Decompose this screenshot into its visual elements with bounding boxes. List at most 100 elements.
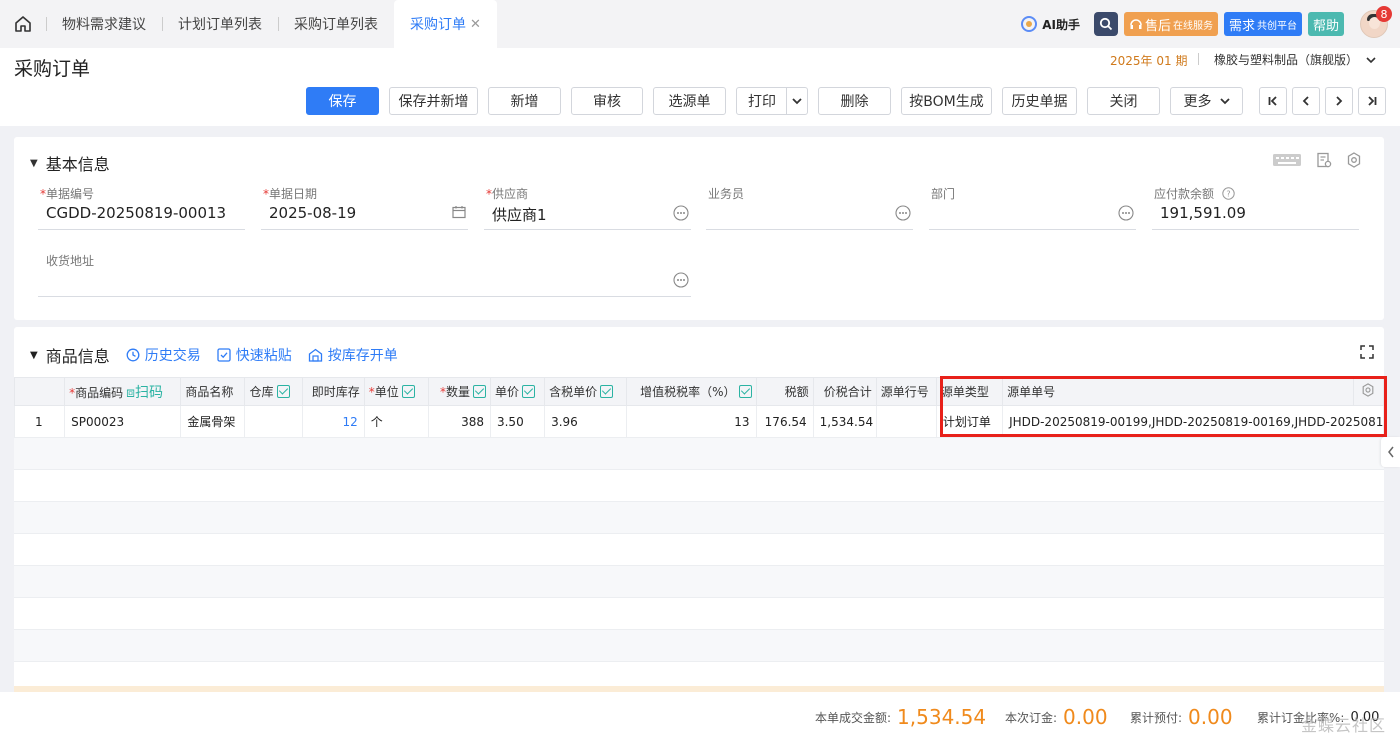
col-source-type[interactable]: 源单类型 bbox=[935, 377, 1004, 406]
save-and-new-button[interactable]: 保存并新增 bbox=[389, 87, 478, 115]
document-settings-icon[interactable] bbox=[1316, 152, 1332, 168]
col-price[interactable]: 单价 bbox=[489, 377, 546, 406]
collapse-triangle-icon: ▼ bbox=[30, 157, 38, 169]
goods-table: *商品编码 ⧈扫码 商品名称 仓库 即时库存 *单位 *数量 单价 含税单价 增值… bbox=[13, 377, 1385, 438]
calendar-icon[interactable] bbox=[452, 205, 466, 219]
table-header-row: *商品编码 ⧈扫码 商品名称 仓库 即时库存 *单位 *数量 单价 含税单价 增值… bbox=[13, 377, 1385, 406]
basic-info-section: ▼ 基本信息 *单据编号 CGDD-20250819-00013 *单据日期 2… bbox=[14, 137, 1384, 320]
bom-generate-button[interactable]: 按BOM生成 bbox=[901, 87, 992, 115]
checkbox-icon[interactable] bbox=[600, 385, 614, 398]
gear-icon[interactable] bbox=[1361, 383, 1375, 397]
table-row[interactable] bbox=[14, 534, 1384, 566]
checkbox-icon[interactable] bbox=[738, 385, 752, 398]
more-options-icon[interactable] bbox=[673, 272, 689, 288]
more-button[interactable]: 更多 bbox=[1170, 87, 1243, 115]
search-icon bbox=[1099, 17, 1113, 31]
tab-plan-order-list[interactable]: 计划订单列表 bbox=[162, 0, 278, 48]
svg-text:?: ? bbox=[1226, 190, 1230, 199]
prev-record-button[interactable] bbox=[1292, 87, 1320, 115]
watermark: 金蝶云社区 bbox=[1300, 716, 1386, 735]
close-button[interactable]: 关闭 bbox=[1087, 87, 1160, 115]
table-row[interactable] bbox=[14, 470, 1384, 502]
audit-button[interactable]: 审核 bbox=[571, 87, 643, 115]
print-dropdown-icon[interactable] bbox=[786, 88, 806, 114]
chevron-down-icon bbox=[1366, 56, 1376, 63]
history-transactions-link[interactable]: 历史交易 bbox=[126, 345, 201, 365]
col-source-number[interactable]: 源单单号 bbox=[1002, 377, 1354, 406]
supplier-field[interactable]: *供应商 供应商1 bbox=[484, 185, 691, 230]
history-docs-button[interactable]: 历史单据 bbox=[1002, 87, 1077, 115]
delete-button[interactable]: 删除 bbox=[818, 87, 891, 115]
save-button[interactable]: 保存 bbox=[306, 87, 379, 115]
tab-purchase-order-list[interactable]: 采购订单列表 bbox=[278, 0, 394, 48]
side-panel-toggle[interactable] bbox=[1381, 437, 1400, 467]
doc-date-field[interactable]: *单据日期 2025-08-19 bbox=[261, 185, 468, 230]
accounting-period[interactable]: 2025年 01 期 bbox=[1110, 52, 1187, 69]
table-row[interactable] bbox=[14, 502, 1384, 534]
col-tax[interactable]: 税额 bbox=[755, 377, 814, 406]
next-record-button[interactable] bbox=[1325, 87, 1353, 115]
org-selector[interactable]: 橡胶与塑料制品（旗舰版） bbox=[1214, 51, 1376, 68]
more-options-icon[interactable] bbox=[1118, 205, 1134, 221]
col-warehouse[interactable]: 仓库 bbox=[244, 377, 303, 406]
table-row[interactable] bbox=[14, 598, 1384, 630]
help-circle-icon[interactable]: ? bbox=[1222, 187, 1235, 200]
ai-assistant-button[interactable]: AI助手 bbox=[1020, 15, 1080, 33]
tab-purchase-order[interactable]: 采购订单 ✕ bbox=[394, 0, 497, 48]
prepaid-amount: 累计预付: 0.00 bbox=[1130, 705, 1233, 729]
chevron-left-icon bbox=[1387, 446, 1394, 458]
after-sales-button[interactable]: 售后 在线服务 bbox=[1123, 12, 1218, 36]
more-options-icon[interactable] bbox=[673, 205, 689, 221]
col-product-name[interactable]: 商品名称 bbox=[180, 377, 246, 406]
collapse-triangle-icon: ▼ bbox=[30, 349, 38, 361]
scan-button[interactable]: ⧈扫码 bbox=[126, 385, 163, 401]
order-by-stock-link[interactable]: 按库存开单 bbox=[308, 345, 398, 365]
help-button[interactable]: 帮助 bbox=[1307, 12, 1344, 36]
tab-material-suggestion[interactable]: 物料需求建议 bbox=[46, 0, 162, 48]
department-field[interactable]: 部门 bbox=[929, 185, 1136, 230]
col-stock[interactable]: 即时库存 bbox=[301, 377, 365, 406]
col-tax-price[interactable]: 含税单价 bbox=[544, 377, 628, 406]
checkbox-icon[interactable] bbox=[276, 385, 290, 398]
col-tax-rate[interactable]: 增值税税率（%） bbox=[626, 377, 757, 406]
checkbox-icon[interactable] bbox=[472, 385, 486, 398]
clock-icon bbox=[126, 348, 140, 362]
table-row[interactable] bbox=[14, 630, 1384, 662]
fullscreen-icon[interactable] bbox=[1360, 345, 1374, 359]
delivery-address-field[interactable]: 收货地址 bbox=[38, 252, 691, 297]
more-options-icon[interactable] bbox=[895, 205, 911, 221]
checkbox-icon[interactable] bbox=[401, 385, 415, 398]
basic-info-title[interactable]: ▼ 基本信息 bbox=[30, 151, 110, 175]
col-unit[interactable]: *单位 bbox=[363, 377, 429, 406]
gear-icon[interactable] bbox=[1346, 152, 1362, 168]
print-button[interactable]: 打印 bbox=[736, 87, 808, 115]
checkbox-icon[interactable] bbox=[522, 385, 535, 398]
home-icon[interactable] bbox=[0, 0, 46, 48]
col-quantity[interactable]: *数量 bbox=[427, 377, 491, 406]
goods-info-title[interactable]: ▼ 商品信息 bbox=[30, 343, 110, 367]
first-record-button[interactable] bbox=[1259, 87, 1287, 115]
doc-number-field[interactable]: *单据编号 CGDD-20250819-00013 bbox=[38, 185, 245, 230]
col-product-code[interactable]: *商品编码 ⧈扫码 bbox=[64, 377, 182, 406]
col-total[interactable]: 价税合计 bbox=[812, 377, 877, 406]
table-row[interactable]: 1 SP00023 金属骨架 12 个 388 3.50 3.96 13 176… bbox=[13, 405, 1384, 438]
col-source-line[interactable]: 源单行号 bbox=[875, 377, 937, 406]
avatar[interactable]: 8 bbox=[1360, 6, 1392, 38]
record-navigation bbox=[1259, 87, 1386, 115]
ai-assistant-icon bbox=[1021, 16, 1038, 32]
add-button[interactable]: 新增 bbox=[488, 87, 561, 115]
table-row[interactable] bbox=[14, 438, 1384, 470]
demand-platform-button[interactable]: 需求 共创平台 bbox=[1223, 12, 1302, 36]
last-record-button[interactable] bbox=[1358, 87, 1386, 115]
quick-paste-link[interactable]: 快速粘贴 bbox=[217, 345, 292, 365]
page-header: 采购订单 2025年 01 期 橡胶与塑料制品（旗舰版） 保存 保存并新增 新增… bbox=[0, 48, 1400, 126]
keyboard-icon[interactable] bbox=[1272, 152, 1302, 168]
deal-amount: 本单成交金额: 1,534.54 bbox=[815, 705, 987, 729]
search-button[interactable] bbox=[1093, 12, 1118, 36]
column-settings[interactable] bbox=[1352, 377, 1385, 406]
salesperson-field[interactable]: 业务员 bbox=[706, 185, 913, 230]
select-source-button[interactable]: 选源单 bbox=[653, 87, 726, 115]
table-row[interactable] bbox=[14, 566, 1384, 598]
toolbar: 保存 保存并新增 新增 审核 选源单 打印 删除 按BOM生成 历史单据 关闭 … bbox=[306, 87, 1243, 115]
close-tab-icon[interactable]: ✕ bbox=[470, 17, 481, 32]
